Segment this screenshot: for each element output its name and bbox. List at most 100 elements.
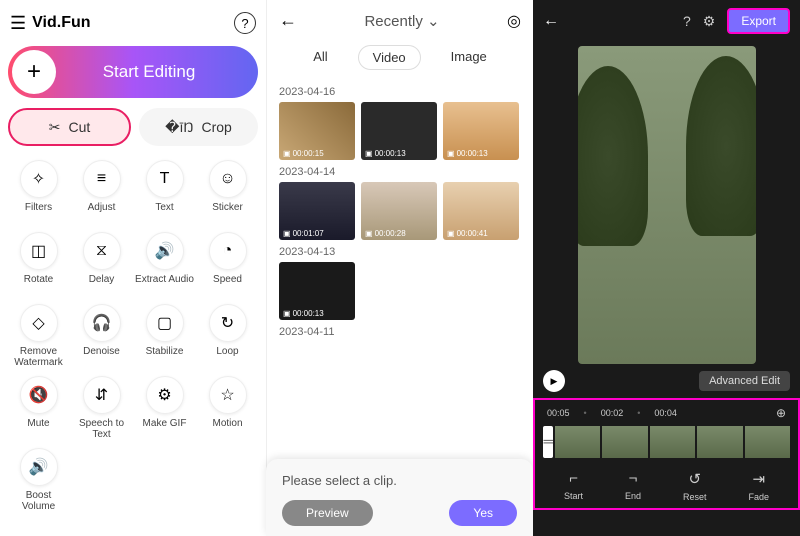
tool-sticker[interactable]: ☺Sticker: [197, 160, 258, 224]
plus-icon: +: [12, 50, 56, 94]
timeline-frame[interactable]: [745, 426, 790, 458]
export-button[interactable]: Export: [727, 8, 790, 34]
fade-icon: ⇥: [752, 470, 765, 488]
scissors-icon: ✂: [49, 119, 61, 136]
tool-label: Text: [155, 202, 173, 224]
tool-label: Make GIF: [143, 418, 187, 440]
tool-stabilize[interactable]: ▢Stabilize: [134, 304, 195, 368]
timeline-handle[interactable]: ||: [543, 426, 553, 458]
tool-label: Loop: [216, 346, 238, 368]
start-editing-button[interactable]: + Start Editing: [8, 46, 258, 98]
tool-motion[interactable]: ☆ Motion: [197, 376, 258, 440]
date-label: 2023-04-14: [267, 160, 533, 182]
timeline-frame[interactable]: [602, 426, 647, 458]
duration: 00:00:13: [457, 149, 488, 158]
tool-icon: ↻: [209, 304, 247, 342]
video-thumbnail[interactable]: ▣00:00:41: [443, 182, 519, 240]
duration: 00:00:28: [375, 229, 406, 238]
video-thumbnail[interactable]: ▣00:01:07: [279, 182, 355, 240]
duration: 00:01:07: [293, 229, 324, 238]
tool-label: Denoise: [83, 346, 120, 368]
video-thumbnail[interactable]: ▣00:00:28: [361, 182, 437, 240]
tool-icon: ⧖: [83, 232, 121, 270]
tool-label: Rotate: [24, 274, 53, 296]
select-clip-dialog: Please select a clip. Preview Yes: [266, 459, 533, 536]
camera-icon: ▣: [365, 149, 373, 158]
tool-label: Filters: [25, 202, 52, 224]
tool-speed[interactable]: ◔Speed: [197, 232, 258, 296]
tool-icon: ≡: [83, 160, 121, 198]
editor-back-icon[interactable]: ←: [543, 12, 559, 30]
tool-extract-audio[interactable]: 🔊Extract Audio: [134, 232, 195, 296]
video-thumbnail[interactable]: ▣00:00:15: [279, 102, 355, 160]
time-current: 00:02: [601, 408, 624, 418]
tab-image[interactable]: Image: [437, 45, 501, 70]
tool-rotate[interactable]: ◫ Rotate: [8, 232, 69, 296]
duration: 00:00:41: [457, 229, 488, 238]
video-preview[interactable]: [578, 46, 756, 364]
tool-speech-to-text[interactable]: ⇵Speech to Text: [71, 376, 132, 440]
tool-denoise[interactable]: 🎧Denoise: [71, 304, 132, 368]
tool-loop[interactable]: ↻ Loop: [197, 304, 258, 368]
end-icon: ¬: [629, 470, 638, 487]
timeline-frame[interactable]: [697, 426, 742, 458]
tool-filters[interactable]: ✧Filters: [8, 160, 69, 224]
dialog-message: Please select a clip.: [282, 473, 517, 488]
back-icon[interactable]: ←: [279, 10, 297, 31]
tool-icon: 🔊: [20, 448, 58, 486]
help-icon[interactable]: ?: [234, 12, 256, 34]
date-label: 2023-04-11: [267, 320, 533, 342]
start-icon: ⌐: [569, 470, 578, 487]
tool-icon: 🔇: [20, 376, 58, 414]
camera-icon[interactable]: ◎: [507, 11, 521, 31]
tool-text[interactable]: T Text: [134, 160, 195, 224]
zoom-icon[interactable]: ⊕: [776, 406, 786, 420]
tool-label: Stabilize: [146, 346, 184, 368]
action-start[interactable]: ⌐Start: [564, 470, 583, 502]
tool-icon: ☆: [209, 376, 247, 414]
chevron-down-icon: ⌄: [427, 13, 440, 30]
tool-mute[interactable]: 🔇Mute: [8, 376, 69, 440]
timeline[interactable]: ||: [537, 424, 796, 460]
help-icon[interactable]: ?: [683, 13, 691, 29]
tool-adjust[interactable]: ≡Adjust: [71, 160, 132, 224]
yes-button[interactable]: Yes: [449, 500, 517, 526]
tool-icon: T: [146, 160, 184, 198]
crop-icon: �īŊ: [165, 119, 193, 136]
action-fade[interactable]: ⇥Fade: [748, 470, 769, 502]
tool-icon: ◫: [20, 232, 58, 270]
timeline-frame[interactable]: [555, 426, 600, 458]
camera-icon: ▣: [447, 229, 455, 238]
timeline-frame[interactable]: [650, 426, 695, 458]
menu-icon[interactable]: ☰: [10, 13, 26, 34]
cut-button[interactable]: ✂ Cut: [8, 108, 131, 146]
play-button[interactable]: ▶: [543, 370, 565, 392]
recently-dropdown[interactable]: Recently ⌄: [305, 12, 499, 30]
tool-remove-watermark[interactable]: ◇Remove Watermark: [8, 304, 69, 368]
video-thumbnail[interactable]: ▣00:00:13: [279, 262, 355, 320]
tool-icon: ⚙: [146, 376, 184, 414]
action-end[interactable]: ¬End: [625, 470, 641, 502]
time-end: 00:04: [654, 408, 677, 418]
tool-make-gif[interactable]: ⚙ Make GIF: [134, 376, 195, 440]
tool-label: Motion: [212, 418, 242, 440]
video-thumbnail[interactable]: ▣00:00:13: [443, 102, 519, 160]
gear-icon[interactable]: ⚙: [703, 13, 716, 30]
advanced-edit-button[interactable]: Advanced Edit: [699, 371, 790, 391]
tab-video[interactable]: Video: [358, 45, 421, 70]
date-label: 2023-04-16: [267, 80, 533, 102]
tool-icon: 🔊: [146, 232, 184, 270]
action-reset[interactable]: ↺Reset: [683, 470, 707, 502]
tool-label: Remove Watermark: [8, 346, 69, 368]
crop-button[interactable]: �īŊ Crop: [139, 108, 258, 146]
preview-button[interactable]: Preview: [282, 500, 373, 526]
tool-label: Speech to Text: [71, 418, 132, 440]
camera-icon: ▣: [283, 229, 291, 238]
tool-delay[interactable]: ⧖Delay: [71, 232, 132, 296]
tool-icon: ☺: [209, 160, 247, 198]
video-thumbnail[interactable]: ▣00:00:13: [361, 102, 437, 160]
time-start: 00:05: [547, 408, 570, 418]
tool-icon: ◔: [209, 232, 247, 270]
tab-all[interactable]: All: [299, 45, 341, 70]
tool-boost-volume[interactable]: 🔊Boost Volume: [8, 448, 69, 512]
